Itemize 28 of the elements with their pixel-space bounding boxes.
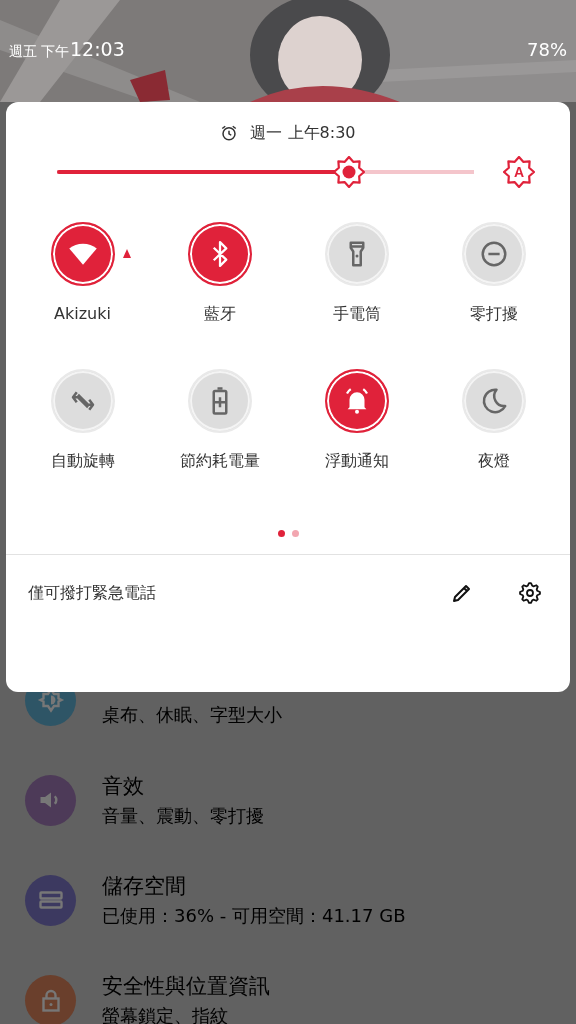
tile-label[interactable]: 節約耗電量 (179, 451, 260, 472)
alarm-icon (220, 124, 239, 142)
setting-title: 儲存空間 (102, 873, 187, 900)
tile-label[interactable]: 自動旋轉 (50, 451, 115, 472)
setting-subtitle: 螢幕鎖定、指紋 (102, 1004, 229, 1024)
tile-label[interactable]: 藍牙 (203, 304, 236, 325)
settings-icon (518, 581, 542, 605)
setting-title: 音效 (102, 773, 145, 800)
tile-label[interactable]: 手電筒 (332, 304, 381, 325)
clock-text: 12:03 (70, 38, 125, 60)
day-text: 週五 (9, 43, 37, 61)
setting-title: 安全性與位置資訊 (102, 973, 270, 1000)
battery-text: 78% (527, 39, 567, 60)
page-dot[interactable] (277, 530, 285, 537)
slider-thumb[interactable] (332, 156, 365, 188)
setting-subtitle: 已使用：36% - 可用空間：41.17 GB (102, 904, 406, 928)
page-dot[interactable] (291, 530, 299, 537)
alarm-text: 週一 上午8:30 (250, 122, 356, 144)
carrier-text: 僅可撥打緊急電話 (28, 582, 157, 604)
caret-icon[interactable] (122, 249, 131, 258)
tile-label[interactable]: 夜燈 (477, 451, 510, 472)
auto-brightness-button[interactable]: A (503, 156, 535, 188)
period-text: 下午 (41, 43, 69, 61)
tile-label[interactable]: Akizuki (54, 304, 111, 323)
setting-subtitle: 桌布、休眠、字型大小 (102, 702, 282, 727)
setting-subtitle: 音量、震動、零打擾 (102, 804, 264, 828)
tile-label[interactable]: 浮動通知 (324, 451, 389, 472)
tile-label[interactable]: 零打擾 (469, 304, 518, 325)
